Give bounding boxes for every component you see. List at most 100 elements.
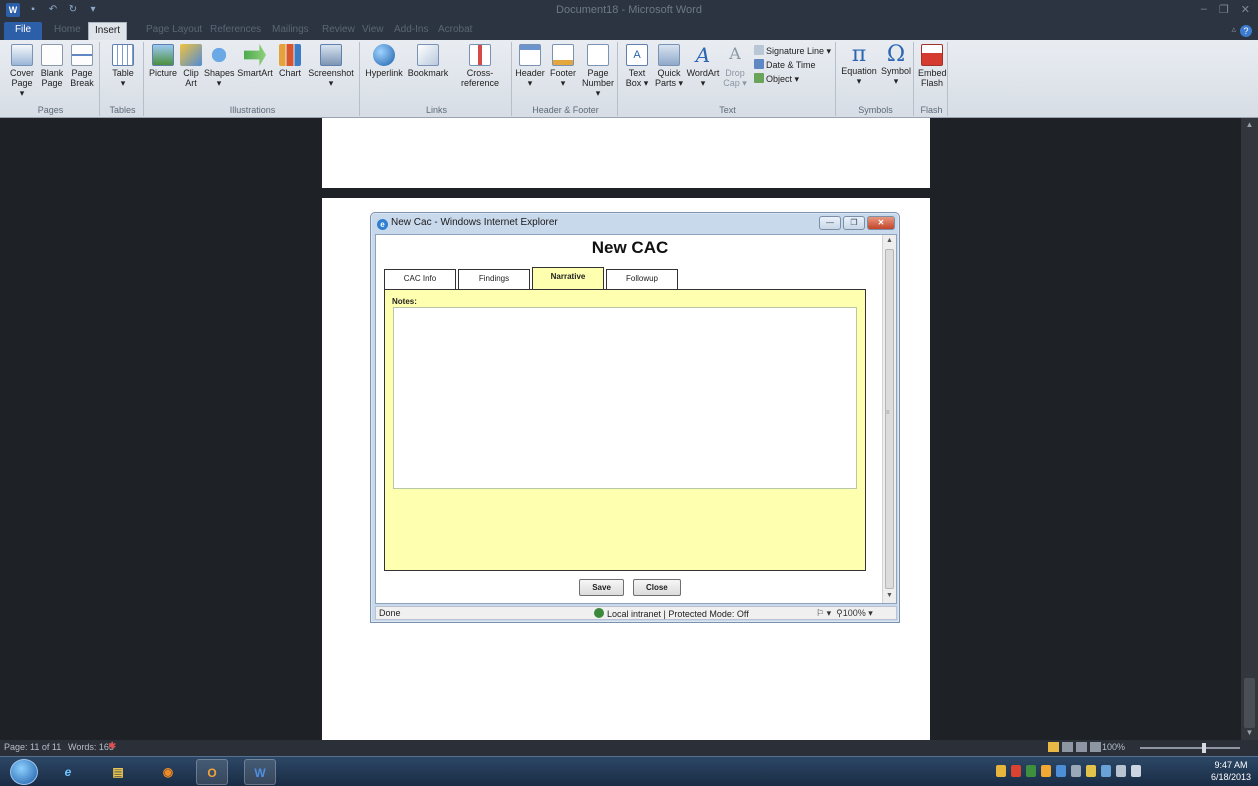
tab-mailings[interactable]: Mailings: [266, 22, 315, 40]
header-icon: [519, 44, 541, 66]
scroll-up-icon[interactable]: ▲: [1241, 118, 1258, 132]
restore-icon[interactable]: ❐: [1219, 3, 1229, 16]
chart-button[interactable]: Chart: [276, 44, 304, 78]
date-time-button[interactable]: Date & Time: [754, 59, 816, 70]
blank-page-button[interactable]: Blank Page: [38, 44, 66, 88]
tab-review[interactable]: Review: [316, 22, 361, 40]
system-tray: [996, 765, 1141, 777]
drop-cap-button[interactable]: A Drop Cap ▾: [722, 44, 748, 88]
scroll-down-icon[interactable]: ▼: [1241, 726, 1258, 740]
document-page[interactable]: [322, 118, 930, 188]
signature-line-button[interactable]: Signature Line ▾: [754, 45, 831, 57]
tray-icon[interactable]: [996, 765, 1006, 777]
tab-file[interactable]: File: [4, 22, 42, 40]
tray-icon[interactable]: [1071, 765, 1081, 777]
word-taskbar-icon[interactable]: W: [244, 759, 276, 785]
volume-icon[interactable]: [1131, 765, 1141, 777]
text-box-button[interactable]: A Text Box ▾: [622, 44, 652, 88]
tray-icon[interactable]: [1056, 765, 1066, 777]
screenshot-icon: [320, 44, 342, 66]
symbol-button[interactable]: Ω Symbol ▾: [880, 44, 912, 87]
tab-followup[interactable]: Followup: [606, 269, 678, 289]
clip-art-button[interactable]: Clip Art: [180, 44, 202, 88]
tab-home[interactable]: Home: [48, 22, 87, 40]
header-button[interactable]: Header ▾: [514, 44, 546, 88]
close-button[interactable]: Close: [632, 579, 681, 596]
minimize-ribbon-icon[interactable]: ▵: [1231, 24, 1236, 35]
tab-page-layout[interactable]: Page Layout: [140, 22, 208, 40]
equation-button[interactable]: π Equation ▾: [840, 44, 878, 87]
outlook-taskbar-icon[interactable]: O: [196, 759, 228, 785]
table-button[interactable]: Table ▾: [109, 44, 137, 88]
zoom-slider[interactable]: [1140, 743, 1240, 753]
smartart-icon: [244, 44, 266, 66]
notes-textarea[interactable]: [393, 307, 857, 489]
tab-insert[interactable]: Insert: [88, 22, 128, 40]
word-count[interactable]: Words: 165: [68, 742, 114, 752]
tab-cac-info[interactable]: CAC Info: [384, 269, 456, 289]
ie-scroll-down-icon[interactable]: ▼: [883, 590, 896, 602]
proofing-icon[interactable]: ✱: [108, 741, 116, 752]
tray-icon[interactable]: [1026, 765, 1036, 777]
shapes-icon: [208, 44, 230, 66]
calendar-icon: [754, 59, 764, 69]
ie-window-screenshot[interactable]: e New Cac - Windows Internet Explorer — ❐…: [370, 212, 900, 623]
file-explorer-icon[interactable]: ▤: [102, 759, 134, 785]
save-button[interactable]: Save: [579, 579, 624, 596]
object-button[interactable]: Object ▾: [754, 73, 799, 85]
wordart-icon: A: [695, 43, 711, 67]
print-layout-view-icon[interactable]: [1048, 742, 1059, 752]
smartart-button[interactable]: SmartArt: [236, 44, 274, 78]
help-icon[interactable]: ?: [1240, 25, 1252, 37]
tab-findings[interactable]: Findings: [458, 269, 530, 289]
zoom-slider-knob[interactable]: [1202, 743, 1206, 753]
footer-button[interactable]: Footer ▾: [548, 44, 578, 88]
outline-view-icon[interactable]: [1090, 742, 1101, 752]
form-button-bar: Save Close: [376, 579, 884, 596]
tab-narrative[interactable]: Narrative: [532, 267, 604, 289]
group-links: Hyperlink Bookmark Cross-reference Links: [362, 42, 512, 116]
ie-security-zone[interactable]: Local intranet | Protected Mode: Off: [594, 608, 749, 619]
page-number-button[interactable]: Page Number ▾: [580, 44, 616, 98]
media-player-icon[interactable]: ◉: [152, 759, 184, 785]
minimize-icon[interactable]: –: [1201, 3, 1207, 16]
cross-reference-button[interactable]: Cross-reference: [448, 44, 512, 88]
tray-icon[interactable]: [1041, 765, 1051, 777]
picture-button[interactable]: Picture: [148, 44, 178, 78]
embed-flash-button[interactable]: Embed Flash: [918, 44, 947, 88]
ie-scrollbar-thumb[interactable]: [885, 249, 894, 589]
vertical-scrollbar[interactable]: ▲ ▼: [1241, 118, 1258, 740]
bookmark-button[interactable]: Bookmark: [406, 44, 450, 78]
cover-page-button[interactable]: Cover Page ▾: [8, 44, 36, 98]
page-break-button[interactable]: Page Break: [68, 44, 96, 88]
tab-add-ins[interactable]: Add-Ins: [388, 22, 434, 40]
zoom-level[interactable]: 100%: [1102, 742, 1125, 752]
start-button[interactable]: [10, 759, 38, 785]
page-count[interactable]: Page: 11 of 11: [4, 742, 61, 752]
tab-acrobat[interactable]: Acrobat: [432, 22, 478, 40]
ie-vertical-scrollbar[interactable]: ▲ ≡ ▼: [882, 235, 896, 603]
scrollbar-thumb[interactable]: [1244, 678, 1255, 728]
ie-zoom-control[interactable]: ⚐ ▾ ⚲100% ▾: [816, 608, 873, 619]
wordart-button[interactable]: A WordArt ▾: [686, 44, 720, 88]
ie-scroll-up-icon[interactable]: ▲: [883, 235, 896, 247]
tray-icon[interactable]: [1086, 765, 1096, 777]
ie-title-bar: e New Cac - Windows Internet Explorer: [377, 217, 558, 230]
screenshot-button[interactable]: Screenshot ▾: [306, 44, 356, 88]
tab-references[interactable]: References: [204, 22, 267, 40]
close-icon[interactable]: ✕: [1241, 3, 1250, 16]
internet-explorer-icon[interactable]: e: [52, 759, 84, 785]
ie-close-icon[interactable]: ✕: [867, 216, 895, 230]
taskbar-clock[interactable]: 9:47 AM 6/18/2013: [1206, 759, 1256, 783]
full-screen-view-icon[interactable]: [1062, 742, 1073, 752]
shapes-button[interactable]: Shapes ▾: [204, 44, 235, 88]
battery-icon[interactable]: [1116, 765, 1126, 777]
web-layout-view-icon[interactable]: [1076, 742, 1087, 752]
ie-restore-icon[interactable]: ❐: [843, 216, 865, 230]
tray-icon[interactable]: [1011, 765, 1021, 777]
network-icon[interactable]: [1101, 765, 1111, 777]
hyperlink-button[interactable]: Hyperlink: [362, 44, 406, 78]
tab-view[interactable]: View: [356, 22, 390, 40]
ie-minimize-icon[interactable]: —: [819, 216, 841, 230]
quick-parts-button[interactable]: Quick Parts ▾: [654, 44, 684, 88]
